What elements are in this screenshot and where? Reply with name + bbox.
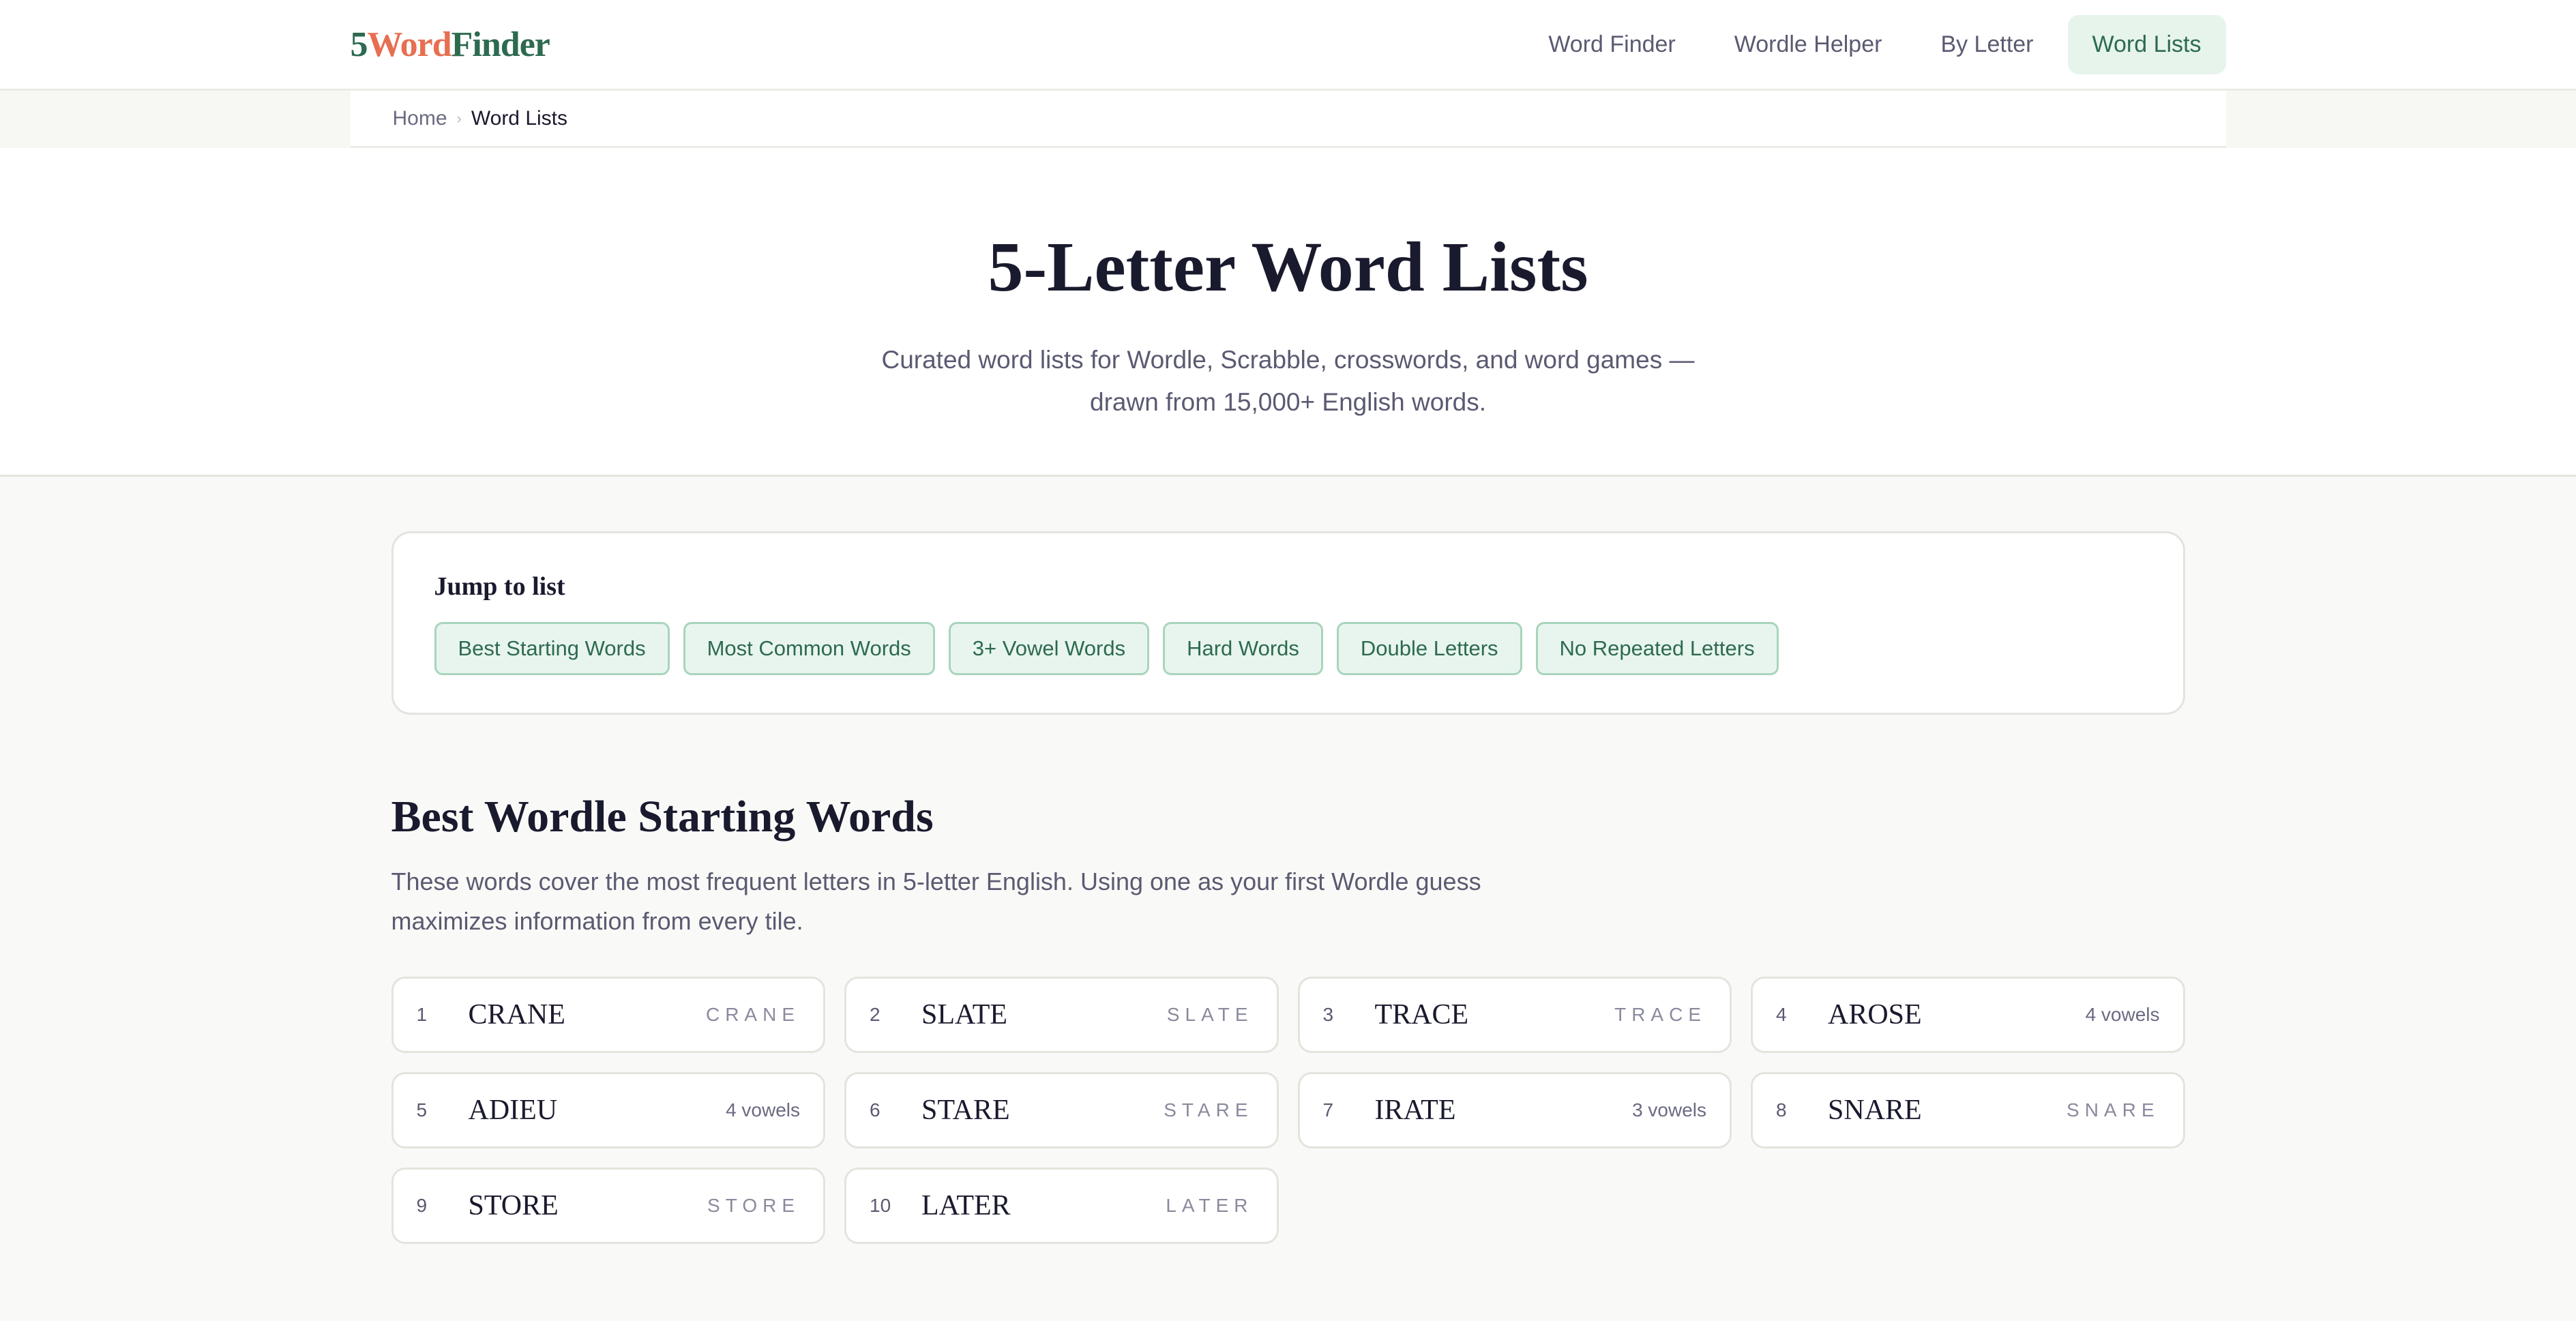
word-card-rank: 8 — [1776, 1099, 1787, 1120]
word-card-rank: 7 — [1322, 1099, 1334, 1120]
word-card-meta: CRANE — [705, 1004, 800, 1025]
word-card-meta: STORE — [707, 1195, 800, 1216]
section-title: Best Wordle Starting Words — [391, 792, 934, 842]
word-card-word: CRANE — [468, 999, 565, 1030]
hero-section: 5-Letter Word Lists Curated word lists f… — [0, 148, 2576, 477]
nav-by-letter[interactable]: By Letter — [1916, 15, 2058, 74]
chip-no-repeated-letters[interactable]: No Repeated Letters — [1535, 622, 1779, 675]
word-card[interactable]: 3 TRACE TRACE — [1297, 977, 1732, 1053]
word-card-word: TRACE — [1374, 999, 1469, 1030]
chip-most-common-words[interactable]: Most Common Words — [683, 622, 935, 675]
word-card[interactable]: 6 STARE STARE — [844, 1072, 1279, 1148]
word-card-meta: 4 vowels — [726, 1099, 800, 1120]
word-card-word: STORE — [468, 1190, 559, 1221]
jump-chip-list: Best Starting Words Most Common Words 3+… — [434, 622, 2142, 675]
breadcrumb-current: Word Lists — [471, 106, 568, 130]
main-content: Jump to list Best Starting Words Most Co… — [391, 531, 2185, 1244]
word-card[interactable]: 4 AROSE 4 vowels — [1751, 977, 2185, 1053]
logo-part-number: 5 — [350, 25, 368, 64]
word-card[interactable]: 9 STORE STORE — [391, 1168, 825, 1244]
word-card-word: SNARE — [1828, 1095, 1922, 1126]
word-card-meta: STARE — [1164, 1099, 1254, 1120]
word-card-word: SLATE — [921, 999, 1007, 1030]
breadcrumb-separator: › — [456, 109, 462, 127]
nav-word-lists[interactable]: Word Lists — [2067, 14, 2226, 74]
word-card-rank: 9 — [416, 1195, 428, 1216]
breadcrumb: Home › Word Lists — [350, 91, 2226, 148]
word-card-word: IRATE — [1374, 1095, 1456, 1126]
word-card-rank: 1 — [416, 1004, 428, 1025]
word-card-grid: 1 CRANE CRANE 2 SLATE SLATE 3 TRACE TRACE 4 AROSE 4… — [391, 977, 2185, 1244]
word-card-rank: 6 — [870, 1099, 880, 1120]
word-card[interactable]: 5 ADIEU 4 vowels — [391, 1072, 825, 1148]
logo-part-finder: Finder — [451, 25, 550, 64]
word-card[interactable]: 7 IRATE 3 vowels — [1297, 1072, 1732, 1148]
page-subtitle: Curated word lists for Wordle, Scrabble,… — [881, 346, 1695, 417]
word-card[interactable]: 1 CRANE CRANE — [391, 977, 825, 1053]
jump-to-list-title: Jump to list — [434, 572, 565, 601]
section-description: These words cover the most frequent lett… — [391, 867, 1481, 935]
site-header: 5WordFinder Word Finder Wordle Helper By… — [0, 0, 2576, 91]
word-card[interactable]: 10 LATER LATER — [844, 1168, 1279, 1244]
word-card-rank: 5 — [416, 1099, 428, 1120]
word-card-rank: 4 — [1776, 1004, 1787, 1025]
jump-to-list-panel: Jump to list Best Starting Words Most Co… — [391, 531, 2185, 715]
word-card-rank: 10 — [870, 1195, 891, 1216]
word-card[interactable]: 8 SNARE SNARE — [1751, 1072, 2185, 1148]
logo-part-word: Word — [367, 25, 452, 64]
word-card-word: AROSE — [1828, 999, 1922, 1030]
main-nav: Word Finder Wordle Helper By Letter Word… — [1524, 14, 2226, 74]
chip-vowel-words[interactable]: 3+ Vowel Words — [948, 622, 1150, 675]
word-card-meta: LATER — [1166, 1195, 1254, 1216]
word-card-rank: 2 — [870, 1004, 880, 1025]
word-card-word: STARE — [921, 1095, 1010, 1126]
nav-wordle-helper[interactable]: Wordle Helper — [1710, 15, 1907, 74]
chip-hard-words[interactable]: Hard Words — [1163, 622, 1323, 675]
breadcrumb-band: Home › Word Lists — [0, 91, 2576, 148]
word-card-meta: SLATE — [1166, 1004, 1254, 1025]
word-card-rank: 3 — [1322, 1004, 1334, 1025]
chip-best-starting-words[interactable]: Best Starting Words — [434, 622, 670, 675]
word-card-meta: TRACE — [1614, 1004, 1706, 1025]
word-card-word: ADIEU — [468, 1095, 558, 1126]
chip-double-letters[interactable]: Double Letters — [1336, 622, 1522, 675]
site-logo[interactable]: 5WordFinder — [351, 25, 550, 65]
word-card[interactable]: 2 SLATE SLATE — [844, 977, 1279, 1053]
word-card-meta: SNARE — [2067, 1099, 2160, 1120]
word-card-word: LATER — [921, 1190, 1011, 1221]
word-card-meta: 4 vowels — [2085, 1004, 2160, 1025]
word-card-meta: 3 vowels — [1632, 1099, 1706, 1120]
nav-word-finder[interactable]: Word Finder — [1524, 15, 1700, 74]
page-title: 5-Letter Word Lists — [988, 228, 1588, 306]
breadcrumb-home-link[interactable]: Home — [393, 107, 447, 130]
